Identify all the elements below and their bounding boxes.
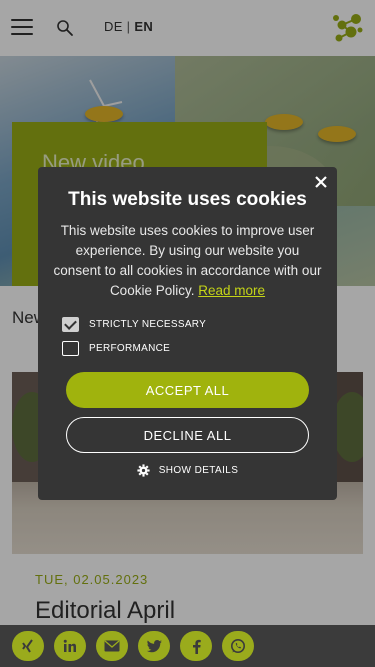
linkedin-icon bbox=[63, 639, 76, 652]
email-share-button[interactable] bbox=[96, 631, 128, 661]
xing-icon bbox=[22, 639, 33, 653]
modal-body-text: This website uses cookies to improve use… bbox=[53, 223, 322, 298]
share-bar bbox=[0, 625, 375, 667]
option-performance[interactable]: PERFORMANCE bbox=[62, 341, 170, 356]
cookie-modal: This website uses cookies This website u… bbox=[38, 167, 337, 500]
gear-icon bbox=[137, 464, 150, 477]
read-more-link[interactable]: Read more bbox=[198, 283, 265, 298]
performance-checkbox[interactable] bbox=[62, 341, 79, 356]
whatsapp-icon bbox=[231, 639, 245, 653]
email-icon bbox=[104, 640, 120, 652]
option-label: PERFORMANCE bbox=[89, 343, 171, 354]
modal-title: This website uses cookies bbox=[68, 189, 307, 210]
option-label: STRICTLY NECESSARY bbox=[89, 319, 207, 330]
xing-share-button[interactable] bbox=[12, 631, 44, 661]
twitter-share-button[interactable] bbox=[138, 631, 170, 661]
facebook-share-button[interactable] bbox=[180, 631, 212, 661]
modal-body: This website uses cookies to improve use… bbox=[52, 221, 323, 301]
strictly-necessary-checkbox[interactable] bbox=[62, 317, 79, 332]
linkedin-share-button[interactable] bbox=[54, 631, 86, 661]
show-details-button[interactable]: SHOW DETAILS bbox=[38, 464, 337, 477]
decline-all-button[interactable]: DECLINE ALL bbox=[66, 417, 309, 453]
facebook-icon bbox=[192, 639, 201, 654]
twitter-icon bbox=[146, 639, 162, 652]
whatsapp-share-button[interactable] bbox=[222, 631, 254, 661]
accept-all-button[interactable]: ACCEPT ALL bbox=[66, 372, 309, 408]
option-strictly-necessary[interactable]: STRICTLY NECESSARY bbox=[62, 317, 206, 332]
show-details-label: SHOW DETAILS bbox=[158, 465, 239, 476]
close-icon[interactable] bbox=[314, 175, 328, 189]
